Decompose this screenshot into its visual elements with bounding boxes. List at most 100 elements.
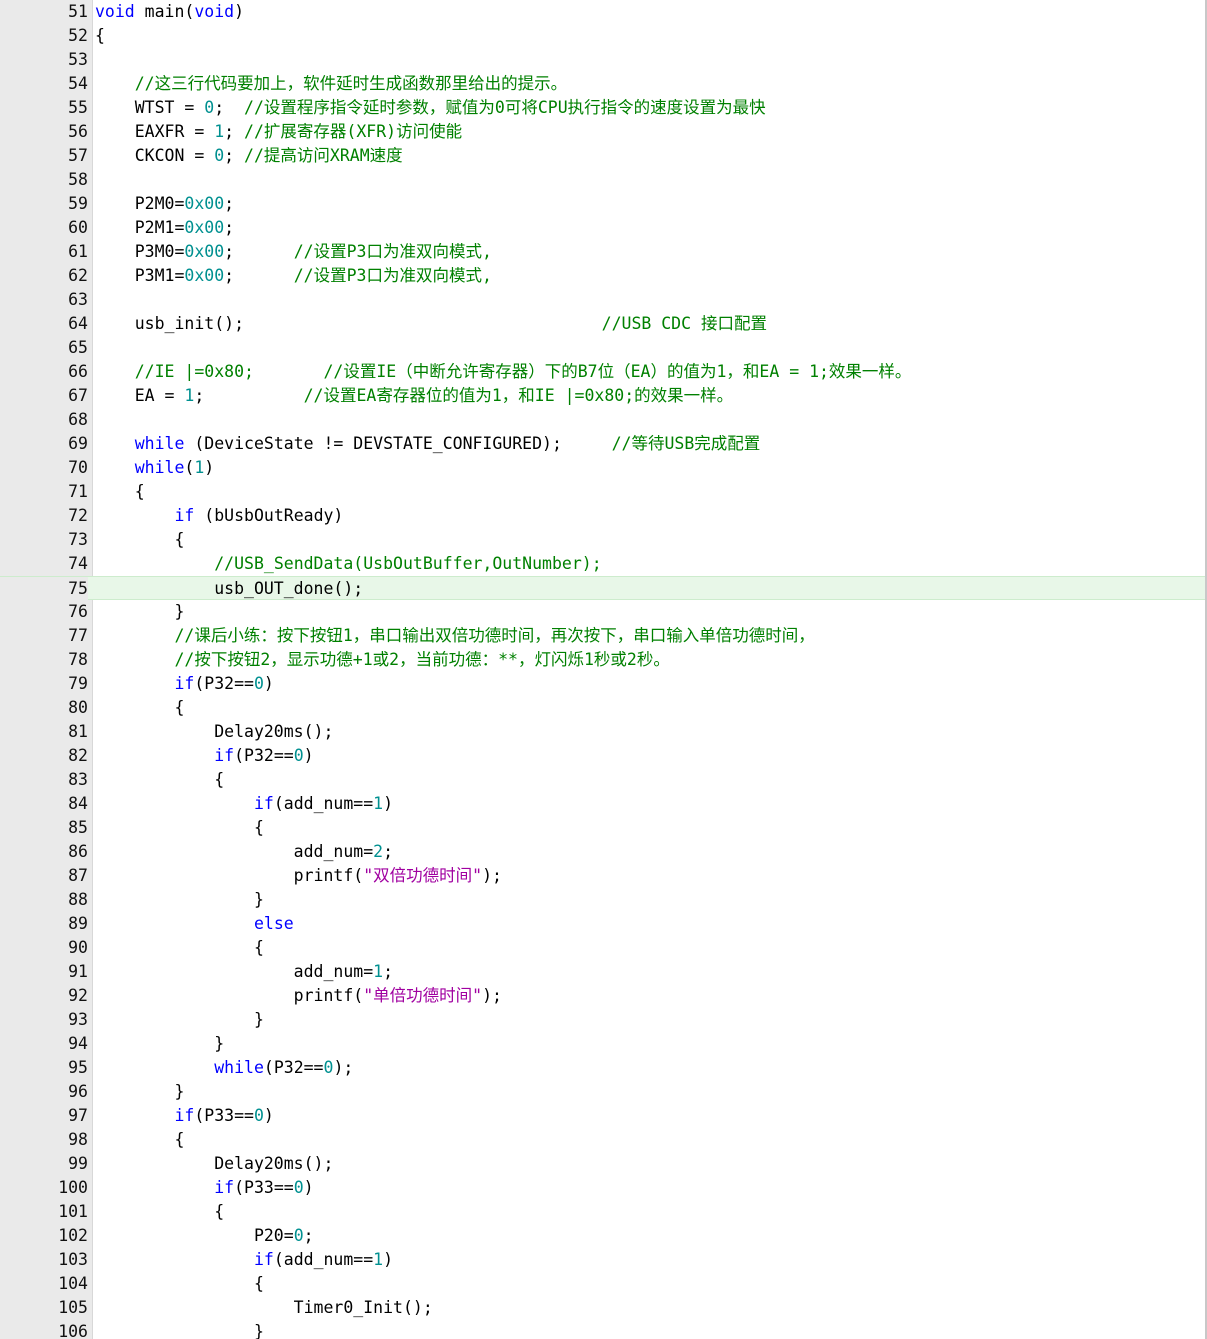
- code-line[interactable]: 99 Delay20ms();: [0, 1152, 1205, 1176]
- code-line[interactable]: 89 else: [0, 912, 1205, 936]
- code-line[interactable]: 104 {: [0, 1272, 1205, 1296]
- code-line[interactable]: 84 if(add_num==1): [0, 792, 1205, 816]
- code-line[interactable]: 77 //课后小练：按下按钮1，串口输出双倍功德时间，再次按下，串口输入单倍功德…: [0, 624, 1205, 648]
- line-number: 93: [68, 1010, 88, 1029]
- code-line[interactable]: 73 {: [0, 528, 1205, 552]
- code-token: {: [95, 818, 264, 837]
- line-number: 64: [68, 314, 88, 333]
- code-line[interactable]: 68: [0, 408, 1205, 432]
- code-line[interactable]: 81 Delay20ms();: [0, 720, 1205, 744]
- number-token: 0x00: [184, 242, 225, 261]
- code-line[interactable]: 86 add_num=2;: [0, 840, 1205, 864]
- code-line[interactable]: 97 if(P33==0): [0, 1104, 1205, 1128]
- code-token: }: [95, 1034, 225, 1053]
- code-line[interactable]: 62 P3M1=0x00; //设置P3口为准双向模式,: [0, 264, 1205, 288]
- code-line[interactable]: 88 }: [0, 888, 1205, 912]
- code-line[interactable]: 101 {: [0, 1200, 1205, 1224]
- code-token: }: [95, 890, 264, 909]
- code-line[interactable]: 60 P2M1=0x00;: [0, 216, 1205, 240]
- code-line[interactable]: 106 }: [0, 1320, 1205, 1339]
- code-line[interactable]: 69 while (DeviceState != DEVSTATE_CONFIG…: [0, 432, 1205, 456]
- code-lines: 51 void main(void) 52 {53 54 //这三行代码要加上，软件延时…: [0, 0, 1205, 1339]
- number-token: 1: [373, 1250, 384, 1269]
- code-line[interactable]: 94 }: [0, 1032, 1205, 1056]
- line-number: 56: [68, 122, 88, 141]
- code-line[interactable]: 65: [0, 336, 1205, 360]
- code-line[interactable]: 93 }: [0, 1008, 1205, 1032]
- code-line[interactable]: 59 P2M0=0x00;: [0, 192, 1205, 216]
- line-number: 78: [68, 650, 88, 669]
- code-line[interactable]: 80 {: [0, 696, 1205, 720]
- current-code-line[interactable]: 75 usb_OUT_done();: [0, 576, 1205, 601]
- code-line[interactable]: 87 printf("双倍功德时间");: [0, 864, 1205, 888]
- code-line[interactable]: 92 printf("单倍功德时间");: [0, 984, 1205, 1008]
- line-code: void main(void): [95, 0, 244, 24]
- line-number: 74: [68, 554, 88, 573]
- code-line[interactable]: 83 {: [0, 768, 1205, 792]
- line-code: if (bUsbOutReady): [95, 504, 343, 528]
- code-line[interactable]: 63: [0, 288, 1205, 312]
- code-line[interactable]: 58: [0, 168, 1205, 192]
- line-number: 94: [68, 1034, 88, 1053]
- code-line[interactable]: 57 CKCON = 0; //提高访问XRAM速度: [0, 144, 1205, 168]
- code-line[interactable]: 56 EAXFR = 1; //扩展寄存器(XFR)访问使能: [0, 120, 1205, 144]
- line-code: //这三行代码要加上，软件延时生成函数那里给出的提示。: [95, 72, 567, 96]
- code-line[interactable]: 72 if (bUsbOutReady): [0, 504, 1205, 528]
- code-token: (P32==: [263, 1058, 324, 1077]
- line-number: 63: [68, 290, 88, 309]
- code-line[interactable]: 78 //按下按钮2，显示功德+1或2，当前功德：**，灯闪烁1秒或2秒。: [0, 648, 1205, 672]
- code-line[interactable]: 105 Timer0_Init();: [0, 1296, 1205, 1320]
- line-code: while(1): [95, 456, 214, 480]
- code-line[interactable]: 76 }: [0, 600, 1205, 624]
- comment-token: //设置程序指令延时参数，赋值为0可将CPU执行指令的速度设置为最快: [244, 98, 766, 117]
- code-token: P20=: [95, 1226, 294, 1245]
- number-token: 0: [214, 146, 225, 165]
- code-line[interactable]: 61 P3M0=0x00; //设置P3口为准双向模式,: [0, 240, 1205, 264]
- number-token: 0: [293, 746, 304, 765]
- code-line[interactable]: 71 {: [0, 480, 1205, 504]
- code-line[interactable]: 91 add_num=1;: [0, 960, 1205, 984]
- code-token: }: [95, 1010, 264, 1029]
- code-line[interactable]: 53: [0, 48, 1205, 72]
- code-line[interactable]: 64 usb_init(); //USB CDC 接口配置: [0, 312, 1205, 336]
- line-code: Timer0_Init();: [95, 1296, 433, 1320]
- code-token: ): [263, 674, 274, 693]
- number-token: 0: [204, 98, 215, 117]
- line-number: 87: [68, 866, 88, 885]
- code-line[interactable]: 70 while(1): [0, 456, 1205, 480]
- line-code: }: [95, 1008, 264, 1032]
- code-line[interactable]: 54 //这三行代码要加上，软件延时生成函数那里给出的提示。: [0, 72, 1205, 96]
- code-token: (add_num==: [273, 1250, 374, 1269]
- code-line[interactable]: 98 {: [0, 1128, 1205, 1152]
- code-token: EA =: [95, 386, 185, 405]
- code-line[interactable]: 51 void main(void): [0, 0, 1205, 24]
- code-token: {: [95, 770, 225, 789]
- code-line[interactable]: 102 P20=0;: [0, 1224, 1205, 1248]
- comment-token: //提高访问XRAM速度: [244, 146, 403, 165]
- keyword-token: else: [253, 914, 294, 933]
- code-editor[interactable]: 51 void main(void) 52 {53 54 //这三行代码要加上，软件延时…: [0, 0, 1207, 1339]
- code-line[interactable]: 74 //USB_SendData(UsbOutBuffer,OutNumber…: [0, 552, 1205, 576]
- code-line[interactable]: 82 if(P32==0): [0, 744, 1205, 768]
- line-number: 65: [68, 338, 88, 357]
- code-line[interactable]: 100 if(P33==0): [0, 1176, 1205, 1200]
- line-code: if(add_num==1): [95, 792, 393, 816]
- code-line[interactable]: 55 WTST = 0; //设置程序指令延时参数，赋值为0可将CPU执行指令的…: [0, 96, 1205, 120]
- line-code: {: [95, 696, 184, 720]
- code-line[interactable]: 52 {: [0, 24, 1205, 48]
- line-code: if(P33==0): [95, 1176, 313, 1200]
- code-line[interactable]: 90 {: [0, 936, 1205, 960]
- code-token: usb_init();: [95, 314, 602, 333]
- line-code: {: [95, 816, 264, 840]
- line-number: 88: [68, 890, 88, 909]
- code-line[interactable]: 67 EA = 1; //设置EA寄存器位的值为1，和IE |=0x80;的效果…: [0, 384, 1205, 408]
- code-line[interactable]: 96 }: [0, 1080, 1205, 1104]
- code-line[interactable]: 85 {: [0, 816, 1205, 840]
- code-line[interactable]: 66 //IE |=0x80; //设置IE（中断允许寄存器）下的B7位（EA）…: [0, 360, 1205, 384]
- code-line[interactable]: 103 if(add_num==1): [0, 1248, 1205, 1272]
- code-line[interactable]: 95 while(P32==0);: [0, 1056, 1205, 1080]
- code-line[interactable]: 79 if(P32==0): [0, 672, 1205, 696]
- string-token: "双倍功德时间": [363, 866, 483, 885]
